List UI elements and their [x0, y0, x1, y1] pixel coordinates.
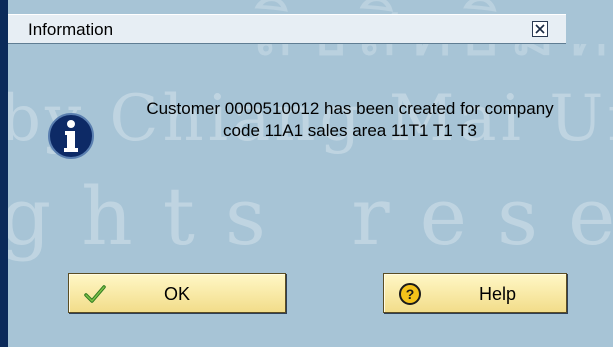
dialog-message: Customer 0000510012 has been created for… [100, 98, 600, 142]
close-icon [535, 24, 545, 34]
titlebar-gap [566, 14, 613, 44]
information-dialog: ลิขสิทธิ์มหาวิทยาลัย by Chiang Mai Uni g… [0, 0, 613, 347]
info-icon [48, 113, 94, 159]
help-button-label: Help [479, 284, 517, 304]
help-icon: ? [399, 283, 421, 305]
message-line-2: code 11A1 sales area 11T1 T1 T3 [223, 121, 477, 140]
window-left-edge [0, 0, 8, 347]
svg-text:?: ? [406, 286, 415, 302]
ok-button-label: OK [164, 284, 191, 304]
dialog-titlebar[interactable]: Information [8, 14, 566, 44]
help-button[interactable]: ? Help [383, 273, 567, 313]
watermark-line3: ghts reser [0, 170, 613, 263]
checkmark-icon [84, 285, 106, 303]
dialog-title: Information [28, 20, 114, 39]
ok-button[interactable]: OK [68, 273, 286, 313]
message-line-1: Customer 0000510012 has been created for… [146, 99, 554, 118]
close-button[interactable] [532, 21, 548, 37]
